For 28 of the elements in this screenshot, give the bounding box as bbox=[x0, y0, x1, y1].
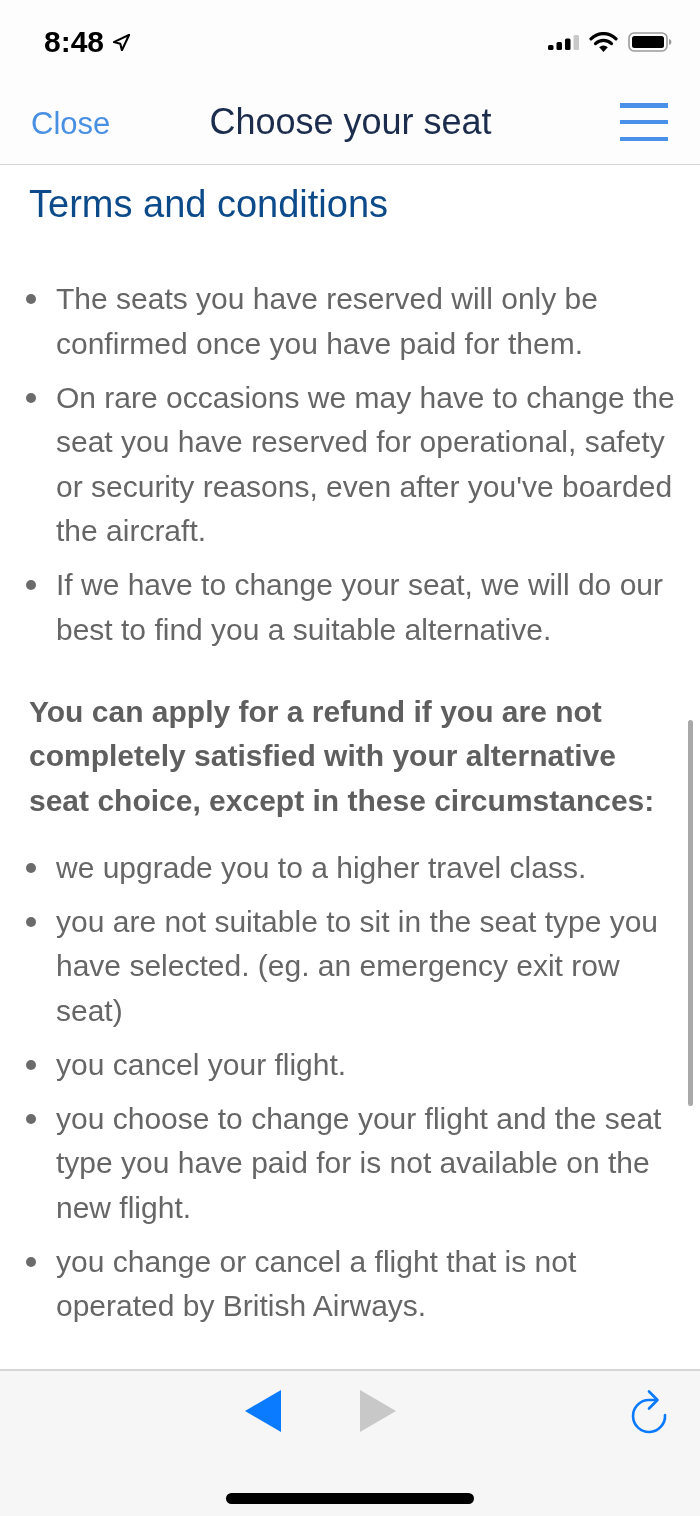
refresh-button[interactable] bbox=[631, 1388, 667, 1434]
signal-icon bbox=[548, 34, 579, 50]
status-time: 8:48 bbox=[44, 27, 105, 57]
bullet-icon bbox=[26, 862, 36, 873]
list-item-text: we upgrade you to a higher travel class. bbox=[56, 849, 588, 886]
list-item-text: you cancel your flight. bbox=[56, 1046, 348, 1083]
list-item-text: you choose to change your flight and the seat type you have paid for is not available on the new flight. bbox=[56, 1100, 663, 1226]
bullet-icon bbox=[26, 294, 36, 305]
location-arrow-icon bbox=[113, 33, 131, 51]
bullet-icon bbox=[26, 1059, 36, 1070]
list-item-text: you change or cancel a flight that is not operated by British Airways. bbox=[56, 1243, 578, 1324]
back-button[interactable] bbox=[245, 1390, 281, 1432]
list-item-text: you are not suitable to sit in the seat type you have selected. (eg. an emergency exit row seat) bbox=[56, 903, 660, 1029]
wifi-icon bbox=[589, 32, 618, 52]
page-title: Choose your seat bbox=[209, 104, 492, 144]
list-item-text: The seats you have reserved will only be confirmed once you have paid for them. bbox=[56, 281, 599, 362]
menu-icon bbox=[620, 103, 668, 141]
refund-note: You can apply for a refund if you are not completely satisfied with your alternative seat choice, except in these circumstances: bbox=[29, 693, 656, 819]
bullet-icon bbox=[26, 392, 36, 403]
section-heading: Terms and conditions bbox=[29, 182, 389, 227]
bullet-icon bbox=[26, 580, 36, 591]
bullet-icon bbox=[26, 916, 36, 927]
list-item-text: If we have to change your seat, we will do our best to find you a suitable alternative. bbox=[56, 567, 664, 648]
bullet-icon bbox=[26, 1113, 36, 1124]
close-button[interactable]: Close bbox=[31, 107, 111, 141]
battery-icon bbox=[628, 32, 672, 52]
list-item-text: On rare occasions we may have to change the seat you have reserved for operational, safety or security reasons, even after you've boarded the aircraft. bbox=[56, 379, 676, 549]
bullet-icon bbox=[26, 1256, 36, 1267]
